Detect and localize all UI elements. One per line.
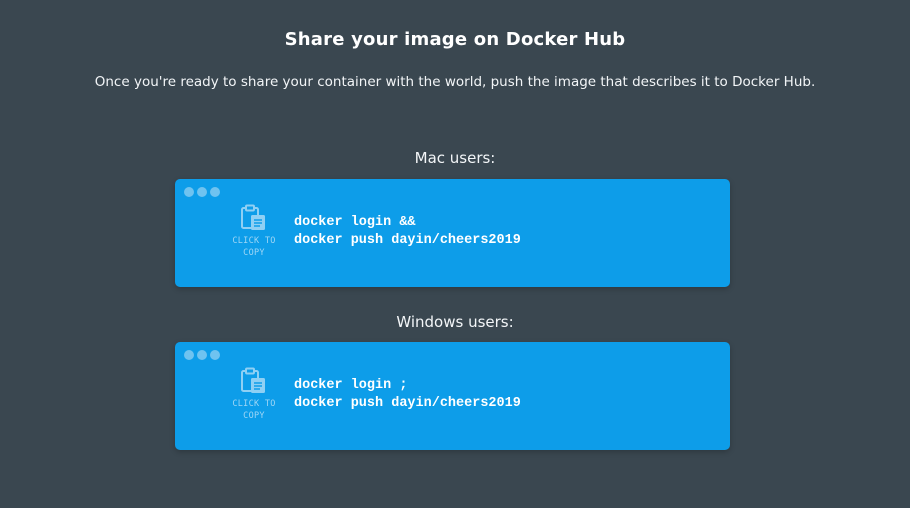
window-dot-icon (210, 350, 220, 360)
code-line: docker push dayin/cheers2019 (294, 396, 521, 411)
page-title: Share your image on Docker Hub (284, 29, 626, 50)
window-dots (184, 187, 220, 197)
code-line: docker login && (294, 215, 416, 230)
window-dot-icon (197, 350, 207, 360)
windows-terminal-block: CLICK TO COPY docker login ; docker push… (175, 342, 730, 450)
window-dots (184, 350, 220, 360)
windows-copy-button[interactable]: CLICK TO COPY (223, 367, 285, 422)
mac-users-label: Mac users: (414, 149, 496, 167)
windows-users-label: Windows users: (396, 313, 514, 331)
window-dot-icon (197, 187, 207, 197)
windows-code: docker login ; docker push dayin/cheers2… (294, 377, 521, 413)
code-line: docker login ; (294, 378, 408, 393)
window-dot-icon (184, 187, 194, 197)
clipboard-icon (223, 204, 285, 234)
clipboard-icon (223, 367, 285, 397)
copy-label: CLICK TO COPY (232, 236, 276, 258)
window-dot-icon (210, 187, 220, 197)
window-dot-icon (184, 350, 194, 360)
code-line: docker push dayin/cheers2019 (294, 233, 521, 248)
page: Share your image on Docker Hub Once you'… (0, 0, 910, 508)
mac-copy-button[interactable]: CLICK TO COPY (223, 204, 285, 259)
mac-code: docker login && docker push dayin/cheers… (294, 214, 521, 250)
copy-label: CLICK TO COPY (232, 399, 276, 421)
mac-terminal-block: CLICK TO COPY docker login && docker pus… (175, 179, 730, 287)
page-subtitle: Once you're ready to share your containe… (94, 74, 816, 90)
